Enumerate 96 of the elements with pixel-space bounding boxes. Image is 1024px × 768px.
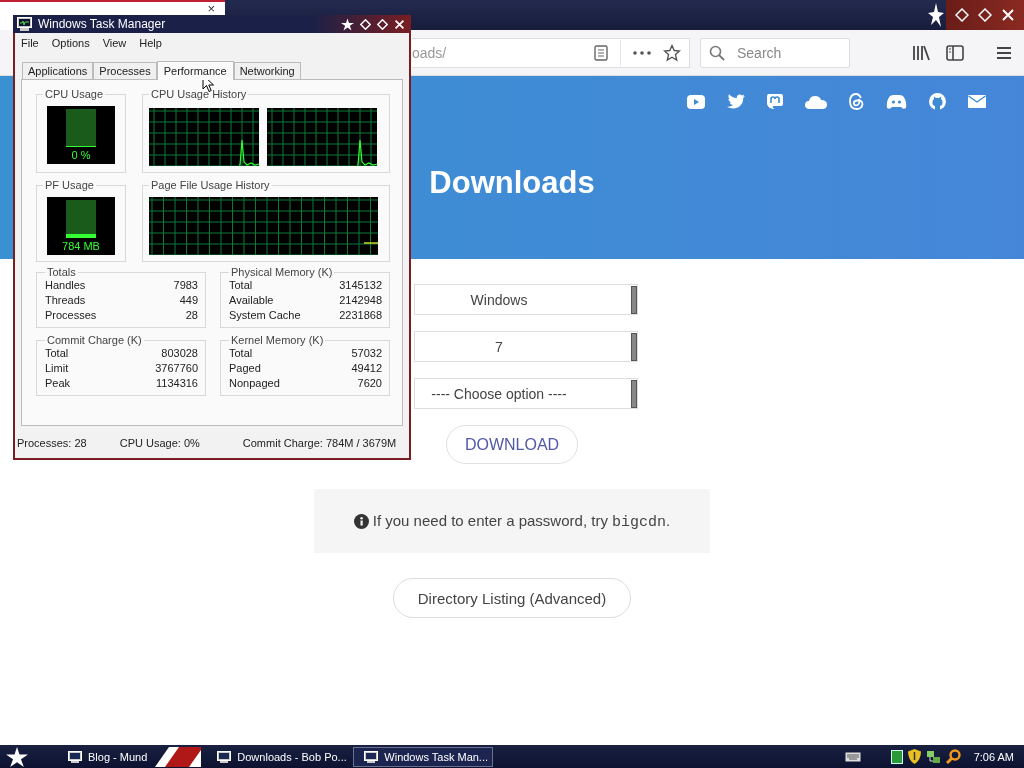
search-input[interactable]: Search [735,43,839,62]
tab[interactable]: Applications [22,62,94,79]
stat-label: Total [45,346,69,361]
tab[interactable]: Networking [233,62,301,79]
clock: 7:06 AM [973,750,1014,763]
stat-label: Paged [229,361,261,376]
close-icon[interactable] [1001,8,1016,22]
minimize-icon[interactable] [954,8,969,22]
monitor-icon [17,17,32,31]
stat-value: 28 [185,308,198,323]
library-icon[interactable] [912,44,930,61]
group-label: Page File Usage History [150,179,271,191]
stat-label: Nonpaged [229,376,280,391]
stat-label: Limit [45,361,69,376]
magnifier-icon[interactable] [945,749,961,764]
stat-value: 3767760 [155,361,198,376]
at-sign-icon[interactable] [849,93,864,110]
notice-text: If you need to enter a password, try bigcdn. [372,511,671,531]
window-title: Windows Task Manager [38,17,166,31]
menu-item[interactable]: File [21,37,39,49]
maximize-icon[interactable] [978,8,992,22]
tab-close-button[interactable]: × [207,2,215,15]
info-icon [353,513,369,529]
taskbar-button[interactable]: Blog - Mund [58,746,202,767]
browser-tab[interactable]: × [0,0,225,15]
stat-value: 3145132 [339,278,382,293]
stat-value: 1134316 [156,376,198,391]
cat-silhouette-icon[interactable] [929,93,946,110]
stat-value: 2231868 [339,308,382,323]
game-controller-icon[interactable] [886,93,907,110]
taskbar-button[interactable]: Downloads - Bob Po... [207,746,348,767]
search-icon [709,44,725,61]
window-icon [68,750,82,763]
keyboard-icon[interactable] [844,751,861,762]
tab[interactable]: Processes [93,62,157,79]
group-label: Totals [46,266,77,278]
network-icon[interactable] [925,749,941,764]
stat-label: Available [229,293,274,308]
star-start-icon[interactable] [6,746,28,767]
bird-icon[interactable] [727,94,745,109]
group-label: CPU Usage [44,88,105,100]
search-field[interactable]: Search [700,37,850,68]
select-dropdown[interactable]: Windows [414,284,638,315]
mail-icon[interactable] [968,95,986,108]
stat-label: Peak [45,376,71,391]
menu-item[interactable]: View [102,37,127,49]
stat-value: 2142948 [339,293,382,308]
group-label: Commit Charge (K) [46,334,143,346]
shield-icon[interactable] [907,749,921,764]
stat-value: 7620 [357,376,382,391]
chat-bubble-icon[interactable] [767,93,783,110]
status-text: Commit Charge: 784M / 3679M [242,437,397,449]
cpu-usage-meter: 0 % [47,106,115,164]
menu-icon[interactable] [996,45,1012,60]
tab[interactable]: Performance [156,61,234,80]
sidebar-icon[interactable] [946,44,964,61]
flag-drawing [155,746,202,767]
select-dropdown[interactable]: ---- Choose option ---- [414,378,638,409]
stat-label: Processes [45,308,97,323]
star-icon [928,3,944,27]
status-text: CPU Usage: 0% [119,437,200,449]
close-icon[interactable] [394,18,405,30]
download-button[interactable]: DOWNLOAD [446,425,578,464]
directory-listing-button[interactable]: Directory Listing (Advanced) [393,578,631,618]
menu-item[interactable]: Help [139,37,162,49]
stat-value: 449 [179,293,198,308]
stat-value: 57032 [351,346,382,361]
minimize-icon[interactable] [360,18,371,30]
star-icon [341,17,354,31]
taskbar-button[interactable]: Windows Task Man... [353,746,494,767]
window-icon [364,750,379,763]
pf-usage-meter: 784 MB [47,197,115,255]
stat-label: System Cache [229,308,301,323]
stat-label: Threads [45,293,86,308]
maximize-icon[interactable] [377,18,388,30]
video-play-icon[interactable] [687,94,705,109]
status-text: Processes: 28 [17,437,87,449]
window-icon [217,750,232,763]
cloud-icon[interactable] [805,94,827,109]
reader-view-icon[interactable] [594,44,608,61]
more-icon[interactable] [633,50,651,55]
stat-value: 7983 [173,278,198,293]
menu-item[interactable]: Options [51,37,90,49]
page-title: Downloads [429,165,595,201]
group-label: PF Usage [44,179,95,191]
select-dropdown[interactable]: 7 [414,331,638,362]
group-label: Kernel Memory (K) [230,334,325,346]
stat-label: Total [229,346,253,361]
group-label: Physical Memory (K) [230,266,334,278]
bookmark-star-icon[interactable] [663,43,681,62]
stat-value: 49412 [351,361,382,376]
tray-app-icon[interactable] [890,749,903,764]
stat-value: 803028 [161,346,198,361]
stat-label: Total [229,278,253,293]
stat-label: Handles [45,278,86,293]
group-label: CPU Usage History [150,88,248,100]
